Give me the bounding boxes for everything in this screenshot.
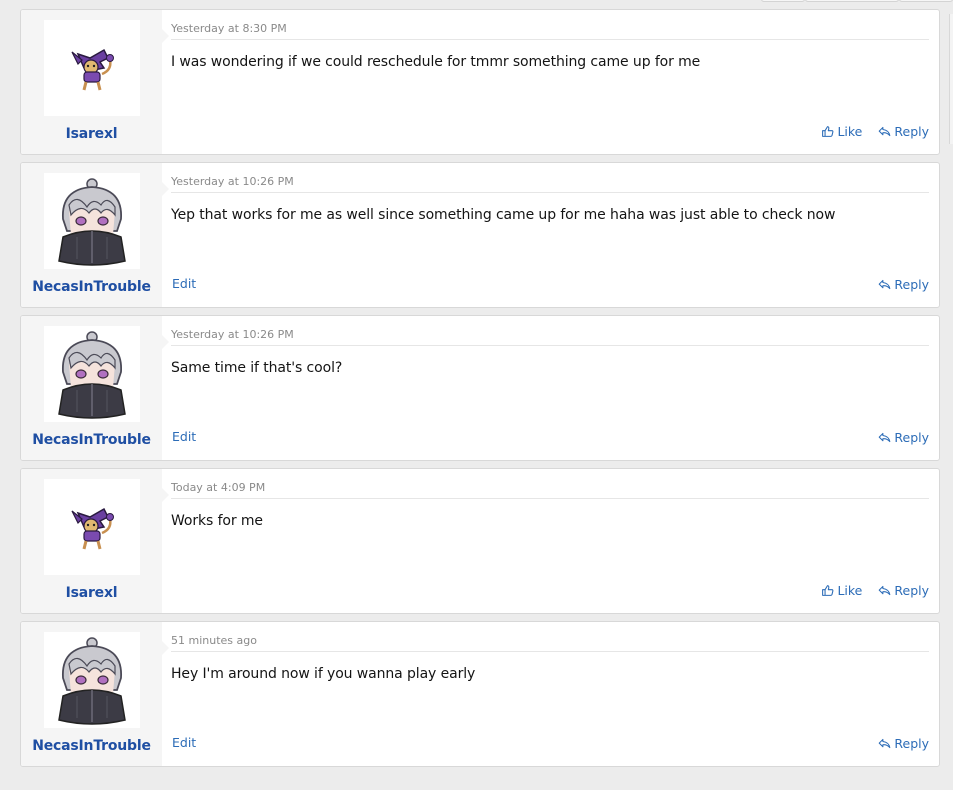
message-content: Yesterday at 10:26 PM Yep that works for… (161, 163, 939, 307)
edit-button[interactable]: Edit (172, 276, 196, 291)
post-actions: Like Reply (821, 583, 929, 598)
user-cell: NecasInTrouble (21, 316, 162, 460)
post-actions-left: Edit (172, 734, 196, 752)
sidebar-edge (949, 14, 953, 144)
reply-label: Reply (894, 124, 929, 139)
purple-pokemon-avatar-icon (70, 507, 114, 550)
message-text: Works for me (171, 513, 263, 529)
reply-button[interactable]: Reply (878, 277, 929, 292)
message-post: NecasInTrouble Yesterday at 10:26 PM Sam… (20, 315, 940, 461)
timestamp[interactable]: Today at 4:09 PM (171, 481, 929, 499)
top-tab[interactable] (805, 0, 899, 2)
username[interactable]: NecasInTrouble (32, 432, 151, 448)
avatar[interactable] (43, 20, 140, 116)
post-actions: Reply (878, 430, 929, 445)
post-arrow (161, 487, 169, 503)
username[interactable]: Isarexl (66, 126, 118, 142)
timestamp[interactable]: Yesterday at 10:26 PM (171, 328, 929, 346)
message-post: NecasInTrouble 51 minutes ago Hey I'm ar… (20, 621, 940, 767)
avatar[interactable] (43, 326, 140, 422)
edit-button[interactable]: Edit (172, 429, 196, 444)
reply-icon (879, 738, 891, 749)
post-actions: Reply (878, 736, 929, 751)
anime-character-avatar-icon (57, 331, 126, 419)
avatar[interactable] (43, 632, 140, 728)
thumbs-up-icon (822, 585, 834, 596)
reply-icon (879, 279, 891, 290)
message-text: Same time if that's cool? (171, 360, 343, 376)
like-button[interactable]: Like (821, 124, 862, 139)
reply-button[interactable]: Reply (878, 736, 929, 751)
message-content: Today at 4:09 PM Works for me Like Reply (161, 469, 939, 613)
avatar[interactable] (43, 479, 140, 575)
post-arrow (161, 334, 169, 350)
like-label: Like (837, 124, 863, 139)
post-actions: Like Reply (821, 124, 929, 139)
reply-icon (879, 432, 891, 443)
message-text: Yep that works for me as well since some… (171, 207, 836, 223)
top-tabs (761, 0, 953, 2)
post-actions-left: Edit (172, 275, 196, 293)
reply-label: Reply (894, 430, 929, 445)
user-cell: Isarexl (21, 469, 162, 613)
post-actions-left: Edit (172, 428, 196, 446)
message-content: Yesterday at 10:26 PM Same time if that'… (161, 316, 939, 460)
reply-icon (879, 126, 891, 137)
message-thread: Isarexl Yesterday at 8:30 PM I was wonde… (20, 9, 940, 774)
anime-character-avatar-icon (57, 178, 126, 266)
top-tab[interactable] (899, 0, 953, 2)
post-arrow (161, 28, 169, 44)
message-post: Isarexl Yesterday at 8:30 PM I was wonde… (20, 9, 940, 155)
user-cell: NecasInTrouble (21, 622, 162, 766)
like-label: Like (837, 583, 863, 598)
like-button[interactable]: Like (821, 583, 862, 598)
timestamp[interactable]: 51 minutes ago (171, 634, 929, 652)
message-text: Hey I'm around now if you wanna play ear… (171, 666, 476, 682)
post-arrow (161, 640, 169, 656)
timestamp[interactable]: Yesterday at 8:30 PM (171, 22, 929, 40)
username[interactable]: NecasInTrouble (32, 738, 151, 754)
reply-label: Reply (894, 736, 929, 751)
reply-button[interactable]: Reply (878, 430, 929, 445)
username[interactable]: Isarexl (66, 585, 118, 601)
reply-button[interactable]: Reply (878, 583, 929, 598)
message-post: NecasInTrouble Yesterday at 10:26 PM Yep… (20, 162, 940, 308)
message-content: 51 minutes ago Hey I'm around now if you… (161, 622, 939, 766)
message-post: Isarexl Today at 4:09 PM Works for me Li… (20, 468, 940, 614)
reply-label: Reply (894, 583, 929, 598)
username[interactable]: NecasInTrouble (32, 279, 151, 295)
user-cell: Isarexl (21, 10, 162, 154)
user-cell: NecasInTrouble (21, 163, 162, 307)
thumbs-up-icon (822, 126, 834, 137)
post-arrow (161, 181, 169, 197)
post-actions: Reply (878, 277, 929, 292)
edit-button[interactable]: Edit (172, 735, 196, 750)
top-tab[interactable] (761, 0, 805, 2)
reply-label: Reply (894, 277, 929, 292)
avatar[interactable] (43, 173, 140, 269)
message-content: Yesterday at 8:30 PM I was wondering if … (161, 10, 939, 154)
timestamp[interactable]: Yesterday at 10:26 PM (171, 175, 929, 193)
anime-character-avatar-icon (57, 637, 126, 725)
purple-pokemon-avatar-icon (70, 48, 114, 91)
reply-icon (879, 585, 891, 596)
message-text: I was wondering if we could reschedule f… (171, 54, 701, 70)
reply-button[interactable]: Reply (878, 124, 929, 139)
